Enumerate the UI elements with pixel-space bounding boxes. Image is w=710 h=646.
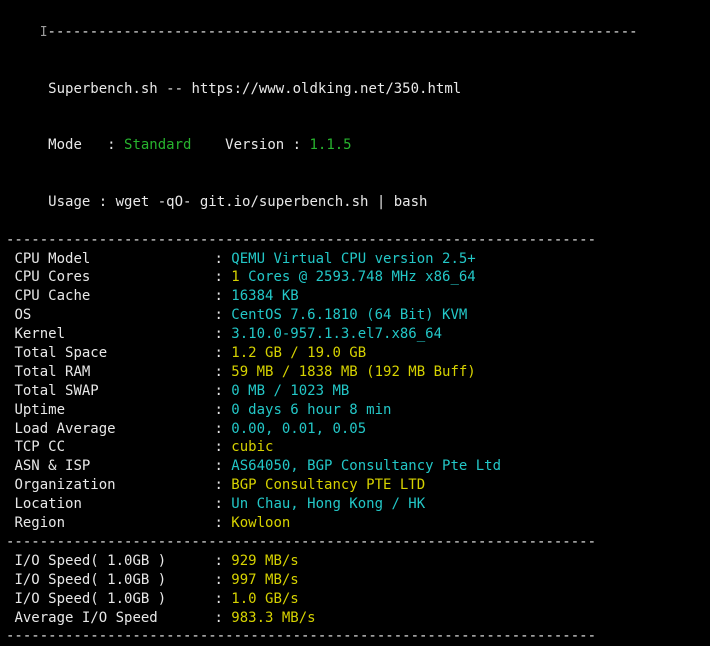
sys-value: 1.2 GB / 19.0 GB [231,345,366,361]
sys-row: Region: Kowloon [6,514,704,533]
sys-row: Organization: BGP Consultancy PTE LTD [6,476,704,495]
sys-row: CPU Cores: 1 Cores @ 2593.748 MHz x86_64 [6,268,704,287]
sys-row: OS: CentOS 7.6.1810 (64 Bit) KVM [6,306,704,325]
sys-value: 0.00, 0.01, 0.05 [231,421,366,437]
sys-label: Kernel [14,325,214,344]
io-value: 997 MB/s [231,572,298,588]
io-label: I/O Speed( 1.0GB ) [14,590,214,609]
sys-row: ASN & ISP: AS64050, BGP Consultancy Pte … [6,457,704,476]
sys-label: CPU Cores [14,268,214,287]
mode-label: Mode : [48,137,124,153]
usage-value: wget -qO- git.io/superbench.sh | bash [116,194,428,210]
sys-label: Organization [14,476,214,495]
io-value: 929 MB/s [231,553,298,569]
sys-value: 0 days 6 hour 8 min [231,402,391,418]
sys-label: Location [14,495,214,514]
sys-value: Un Chau, Hong Kong / HK [231,496,425,512]
io-value: 1.0 GB/s [231,591,298,607]
sys-value: QEMU Virtual CPU version 2.5+ [231,251,475,267]
sys-label: Total SWAP [14,382,214,401]
sys-row: Kernel: 3.10.0-957.1.3.el7.x86_64 [6,325,704,344]
io-row: I/O Speed( 1.0GB ): 1.0 GB/s [6,590,704,609]
io-label: I/O Speed( 1.0GB ) [14,552,214,571]
sys-label: CPU Model [14,250,214,269]
sys-row: Total RAM: 59 MB / 1838 MB (192 MB Buff) [6,363,704,382]
terminal-output: I---------------------------------------… [6,4,704,646]
sys-row: TCP CC: cubic [6,438,704,457]
sys-row: Total SWAP: 0 MB / 1023 MB [6,382,704,401]
sys-value: 3.10.0-957.1.3.el7.x86_64 [231,326,442,342]
sys-value: AS64050, BGP Consultancy Pte Ltd [231,458,501,474]
io-row: I/O Speed( 1.0GB ): 997 MB/s [6,571,704,590]
sys-row: Total Space: 1.2 GB / 19.0 GB [6,344,704,363]
io-value: 983.3 MB/s [231,610,315,626]
sys-value: 59 MB / 1838 MB (192 MB Buff) [231,364,475,380]
script-url: https://www.oldking.net/350.html [191,81,461,97]
sys-row: Uptime: 0 days 6 hour 8 min [6,401,704,420]
io-label: I/O Speed( 1.0GB ) [14,571,214,590]
sys-label: Total RAM [14,363,214,382]
sys-label: Region [14,514,214,533]
sys-label: CPU Cache [14,287,214,306]
divider: ----------------------------------------… [6,533,704,552]
sys-value: Cores @ 2593.748 MHz x86_64 [240,269,476,285]
sys-value: BGP Consultancy PTE LTD [231,477,425,493]
io-row: I/O Speed( 1.0GB ): 929 MB/s [6,552,704,571]
io-row: Average I/O Speed: 983.3 MB/s [6,609,704,628]
version-value: 1.1.5 [309,137,351,153]
sys-row: CPU Model: QEMU Virtual CPU version 2.5+ [6,250,704,269]
usage-label: Usage : [48,194,115,210]
text-cursor-icon: I [40,24,48,42]
sys-label: ASN & ISP [14,457,214,476]
divider: ----------------------------------------… [6,231,704,250]
sys-label: OS [14,306,214,325]
sys-value: 0 MB / 1023 MB [231,383,349,399]
divider: ----------------------------------------… [48,24,638,40]
mode-value: Standard [124,137,191,153]
sys-row: Location: Un Chau, Hong Kong / HK [6,495,704,514]
sys-label: Load Average [14,420,214,439]
sys-value: Kowloon [231,515,290,531]
sys-value-highlight: 1 [231,269,239,285]
version-label: Version : [225,137,309,153]
sys-value: CentOS 7.6.1810 (64 Bit) KVM [231,307,467,323]
io-speed-block: I/O Speed( 1.0GB ): 929 MB/s I/O Speed( … [6,552,704,628]
sys-label: TCP CC [14,438,214,457]
sys-label: Total Space [14,344,214,363]
sys-row: Load Average: 0.00, 0.01, 0.05 [6,420,704,439]
sys-label: Uptime [14,401,214,420]
divider: ----------------------------------------… [6,627,704,646]
script-name: Superbench.sh [48,81,158,97]
sys-value: cubic [231,439,273,455]
system-info-block: CPU Model: QEMU Virtual CPU version 2.5+… [6,250,704,533]
io-label: Average I/O Speed [14,609,214,628]
sys-value: 16384 KB [231,288,298,304]
sys-row: CPU Cache: 16384 KB [6,287,704,306]
